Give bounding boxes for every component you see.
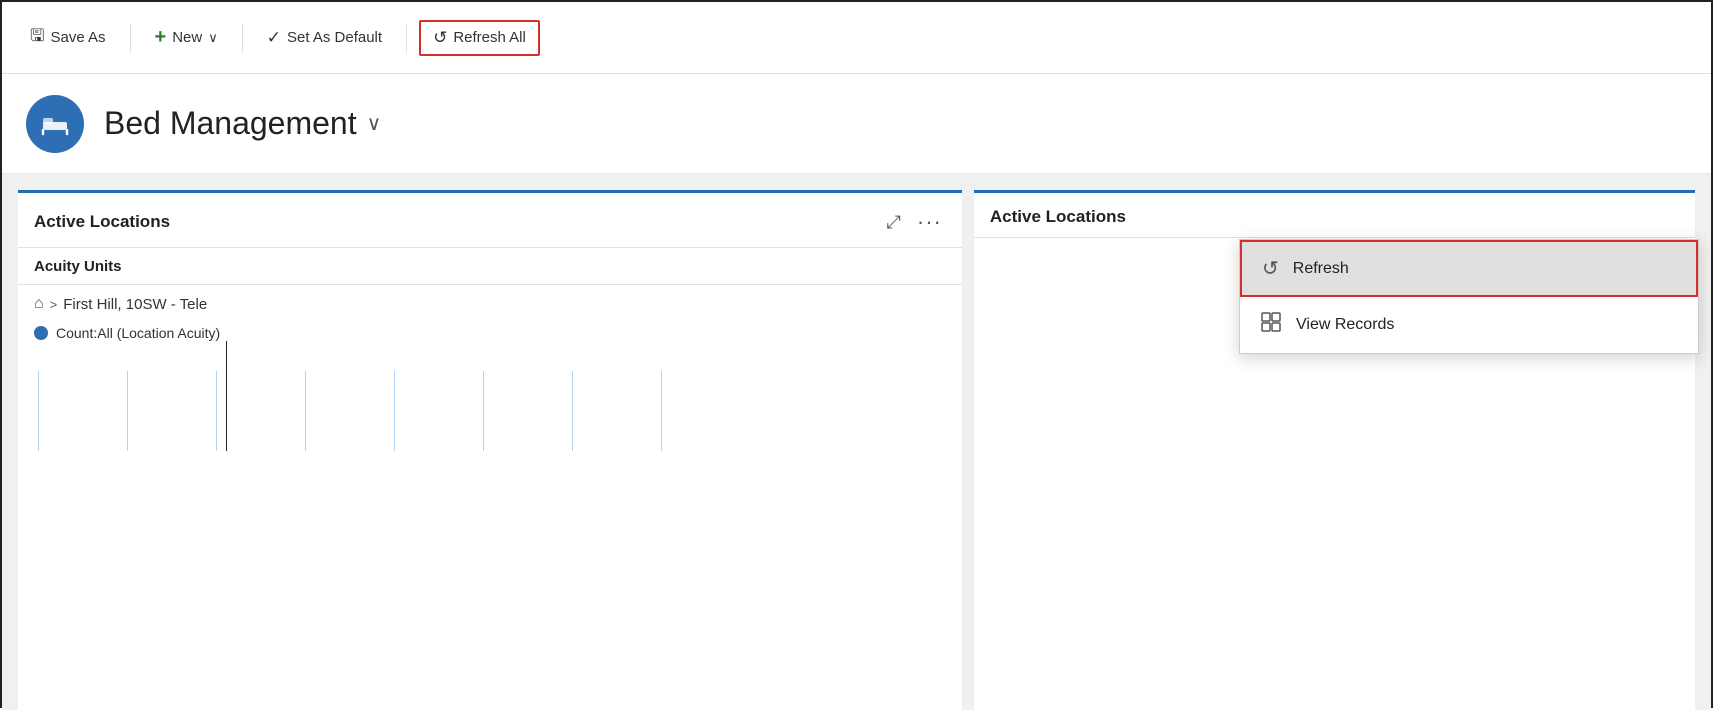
refresh-all-button[interactable]: ↺ Refresh All [419,20,540,56]
app-icon [26,95,84,153]
panel-header-icons: ⤢ ··· [883,207,946,237]
count-dot-indicator [34,326,48,340]
view-records-label: View Records [1296,316,1394,334]
new-chevron-icon: ∨ [208,30,218,46]
left-panel-subheader: Acuity Units [18,248,962,285]
count-label: Count:All (Location Acuity) [56,325,220,341]
breadcrumb-chevron-icon: > [50,297,58,312]
acuity-units-label: Acuity Units [34,258,122,275]
sep-3 [406,23,407,53]
right-panel-title: Active Locations [990,207,1126,227]
set-as-default-button[interactable]: ✓ Set As Default [255,22,394,54]
left-panel-header: Active Locations ⤢ ··· [18,193,962,248]
title-chevron-icon[interactable]: ∨ [367,111,382,136]
refresh-label: Refresh [1293,260,1349,278]
location-label: First Hill, 10SW - Tele [63,296,207,313]
vertical-chart-line [226,341,227,451]
chart-tick-8 [661,371,662,451]
checkmark-icon: ✓ [267,28,281,48]
chart-tick-5 [394,371,395,451]
refresh-icon: ↺ [1262,256,1279,281]
refresh-menu-item[interactable]: ↺ Refresh [1240,240,1698,297]
right-panel: Active Locations - Obs First Hill ↺ Refr… [974,190,1695,710]
toolbar: 🖫 Save As + New ∨ ✓ Set As Default ↺ Ref… [2,2,1711,74]
app-header: Bed Management ∨ [2,74,1711,174]
location-row: ⌂ > First Hill, 10SW - Tele [18,285,962,319]
content-area: Active Locations ⤢ ··· Acuity Units ⌂ > … [2,174,1711,710]
view-records-menu-item[interactable]: View Records [1240,297,1698,353]
expand-icon[interactable]: ⤢ [883,210,905,235]
home-icon: ⌂ [34,295,44,313]
new-button[interactable]: + New ∨ [143,20,230,55]
save-as-button[interactable]: 🖫 Save As [18,17,118,58]
chart-tick-4 [305,371,306,451]
more-options-icon[interactable]: ··· [913,207,946,237]
chart-tick-6 [483,371,484,451]
right-panel-header: Active Locations [974,193,1695,238]
sep-1 [130,23,131,53]
chart-tick-3 [216,371,217,451]
bed-management-icon [39,108,71,140]
refresh-all-icon: ↺ [433,28,447,48]
chart-tick-1 [38,371,39,451]
count-row: Count:All (Location Acuity) [18,319,962,351]
chart-area [18,351,962,451]
save-as-icon: 🖫 [30,23,44,52]
sep-2 [242,23,243,53]
dropdown-menu: ↺ Refresh View Records [1239,239,1699,354]
chart-tick-2 [127,371,128,451]
view-records-icon [1260,311,1282,339]
left-panel-title: Active Locations [34,212,170,232]
page-title: Bed Management ∨ [104,105,381,142]
chart-tick-7 [572,371,573,451]
left-panel: Active Locations ⤢ ··· Acuity Units ⌂ > … [18,190,962,710]
new-plus-icon: + [155,26,167,49]
